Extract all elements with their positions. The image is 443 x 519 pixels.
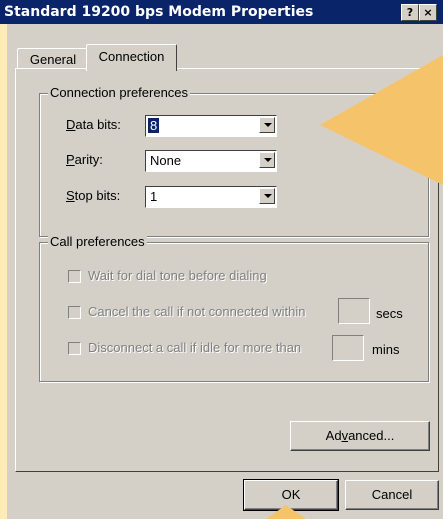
cancel-call-label: Cancel the call if not connected within (88, 304, 306, 319)
close-button[interactable]: × (419, 4, 437, 21)
disconnect-idle-checkbox[interactable] (68, 342, 81, 355)
chevron-down-icon (264, 123, 272, 127)
window-title: Standard 19200 bps Modem Properties (4, 4, 314, 20)
data-bits-dropdown-button[interactable] (259, 117, 275, 133)
tab-general[interactable]: General (17, 48, 89, 69)
wait-dial-tone-label: Wait for dial tone before dialing (88, 268, 267, 283)
stop-bits-dropdown-button[interactable] (259, 188, 275, 204)
stop-bits-value: 1 (150, 189, 158, 204)
cancel-call-checkbox[interactable] (68, 306, 81, 319)
disconnect-idle-label: Disconnect a call if idle for more than (88, 340, 302, 355)
stop-bits-select[interactable]: 1 (145, 186, 277, 208)
advanced-button[interactable]: Advanced... (290, 421, 430, 451)
cancel-call-seconds-input[interactable] (338, 298, 370, 324)
disconnect-idle-unit: mins (372, 342, 400, 357)
chevron-down-icon (264, 194, 272, 198)
parity-label: Parity: (66, 152, 103, 167)
wait-dial-tone-checkbox[interactable] (68, 270, 81, 283)
help-button[interactable]: ? (401, 4, 419, 21)
screenshot-frame: Standard 19200 bps Modem Properties ? × … (0, 0, 443, 519)
parity-select[interactable]: None (145, 150, 277, 172)
tab-general-label: General (29, 52, 77, 67)
cancel-call-unit: secs (376, 306, 403, 321)
disconnect-idle-minutes-input[interactable] (332, 335, 364, 361)
chevron-down-icon (264, 158, 272, 162)
data-bits-value: 8 (148, 118, 160, 133)
data-bits-select[interactable]: 8 (145, 115, 277, 137)
connection-preferences-legend: Connection preferences (48, 85, 191, 100)
cancel-button[interactable]: Cancel (345, 480, 439, 510)
call-preferences-legend: Call preferences (48, 234, 147, 249)
tab-connection[interactable]: Connection (86, 44, 177, 71)
tab-connection-label: Connection (98, 49, 165, 64)
parity-dropdown-button[interactable] (259, 152, 275, 168)
data-bits-label: Data bits: (66, 117, 121, 132)
title-bar[interactable]: Standard 19200 bps Modem Properties ? × (0, 0, 443, 24)
callout-pointer (320, 55, 443, 185)
stop-bits-label: Stop bits: (66, 188, 121, 203)
bottom-callout-pointer (266, 505, 306, 519)
parity-value: None (150, 153, 182, 168)
